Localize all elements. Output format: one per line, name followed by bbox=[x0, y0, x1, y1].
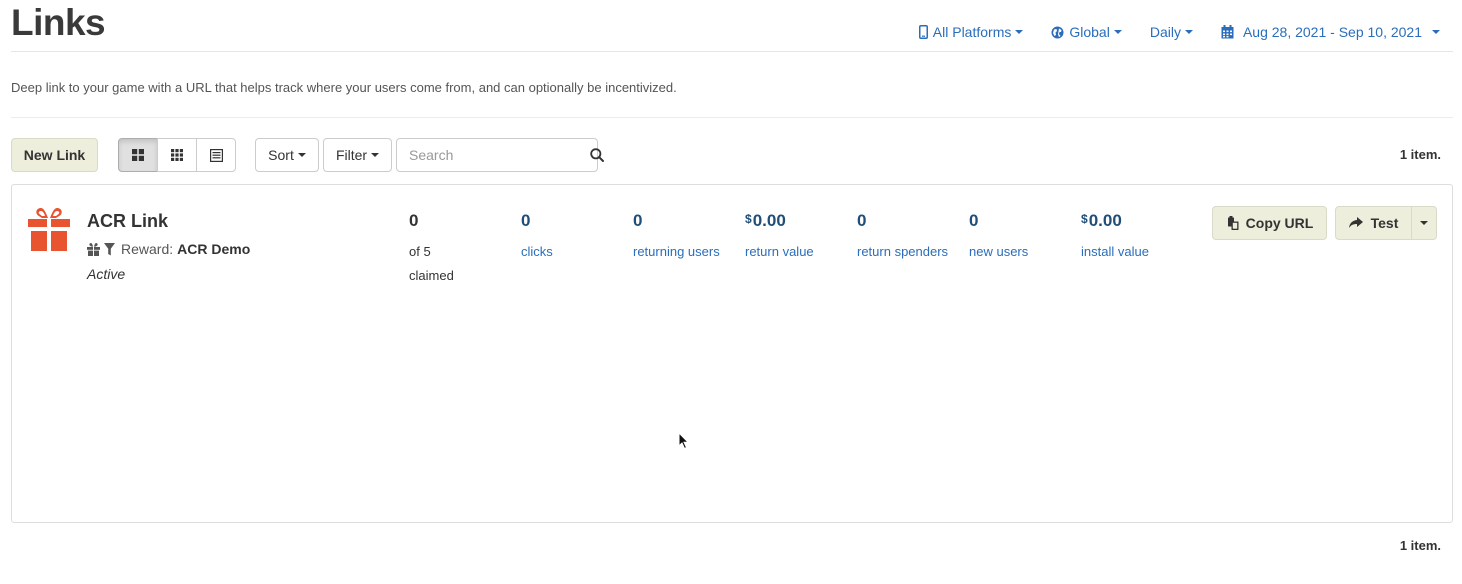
chevron-down-icon bbox=[1420, 221, 1428, 225]
share-arrow-icon bbox=[1348, 217, 1363, 229]
stat-return-spenders-value: 0 bbox=[857, 211, 867, 230]
stat-install-value-label: install value bbox=[1081, 244, 1149, 259]
reward-label: Reward: bbox=[121, 241, 174, 257]
description-divider bbox=[11, 117, 1453, 118]
stat-install-value: $0.00 install value bbox=[1081, 211, 1149, 264]
stat-return-value-label: return value bbox=[745, 244, 814, 259]
links-panel: ACR Link Reward: ACR Demo Active 0 of 5 … bbox=[11, 184, 1453, 523]
stat-returning-users: 0 returning users bbox=[633, 211, 720, 264]
region-dropdown[interactable]: Global bbox=[1051, 24, 1122, 40]
mobile-phone-icon bbox=[918, 25, 928, 39]
stat-claimed: 0 of 5 claimed bbox=[409, 211, 454, 288]
header-divider bbox=[11, 51, 1453, 52]
stat-new-users: 0 new users bbox=[969, 211, 1028, 264]
large-grid-view-button[interactable] bbox=[118, 138, 158, 172]
chevron-down-icon bbox=[297, 153, 306, 157]
page-title: Links bbox=[11, 2, 106, 43]
date-range-picker[interactable]: Aug 28, 2021 - Sep 10, 2021 bbox=[1221, 24, 1440, 40]
platforms-label: All Platforms bbox=[932, 24, 1012, 40]
search-input[interactable] bbox=[409, 147, 590, 163]
reward-value: ACR Demo bbox=[177, 241, 251, 257]
stat-new-users-value: 0 bbox=[969, 211, 979, 230]
stat-claimed-of: of 5 bbox=[409, 244, 431, 259]
copy-url-label: Copy URL bbox=[1245, 215, 1314, 231]
stat-claimed-value: 0 bbox=[409, 211, 419, 230]
page-description: Deep link to your game with a URL that h… bbox=[11, 80, 677, 95]
header-controls: All Platforms Global Daily Aug 28, 2021 … bbox=[891, 24, 1440, 40]
chevron-down-icon bbox=[1113, 30, 1122, 34]
stat-new-users-label: new users bbox=[969, 244, 1029, 259]
link-name[interactable]: ACR Link bbox=[87, 211, 168, 232]
reward-line: Reward: ACR Demo bbox=[87, 241, 250, 257]
date-range-label: Aug 28, 2021 - Sep 10, 2021 bbox=[1242, 24, 1422, 40]
test-label: Test bbox=[1370, 215, 1399, 231]
calendar-icon bbox=[1221, 25, 1234, 39]
stat-return-value-amount: 0.00 bbox=[752, 211, 786, 230]
platforms-dropdown[interactable]: All Platforms bbox=[918, 24, 1024, 40]
item-count: 1 item. bbox=[1399, 147, 1441, 162]
list-view-button[interactable] bbox=[196, 138, 236, 172]
item-count-bottom: 1 item. bbox=[1399, 538, 1441, 553]
filter-label: Filter bbox=[335, 147, 368, 163]
stat-return-value-value: $0.00 bbox=[745, 211, 814, 233]
region-label: Global bbox=[1069, 24, 1110, 40]
sort-dropdown[interactable]: Sort bbox=[255, 138, 319, 172]
mouse-cursor-icon bbox=[678, 431, 690, 455]
link-status: Active bbox=[87, 266, 126, 282]
currency-symbol: $ bbox=[1081, 212, 1088, 226]
test-button[interactable]: Test bbox=[1335, 206, 1412, 240]
gift-small-icon bbox=[87, 242, 100, 256]
filter-dropdown[interactable]: Filter bbox=[323, 138, 392, 172]
small-grid-view-icon bbox=[171, 149, 183, 161]
stat-clicks-value: 0 bbox=[521, 211, 531, 230]
search-box bbox=[396, 138, 604, 172]
globe-icon bbox=[1051, 26, 1064, 39]
chevron-down-icon bbox=[1184, 30, 1193, 34]
list-view-icon bbox=[209, 148, 223, 162]
stat-install-value-value: $0.00 bbox=[1081, 211, 1149, 233]
chevron-down-icon bbox=[1015, 30, 1024, 34]
copy-url-button[interactable]: Copy URL bbox=[1212, 206, 1327, 240]
sort-label: Sort bbox=[268, 147, 294, 163]
stat-claimed-label: of 5 claimed bbox=[409, 240, 454, 288]
filter-funnel-icon bbox=[104, 242, 115, 256]
small-grid-view-button[interactable] bbox=[157, 138, 197, 172]
interval-dropdown[interactable]: Daily bbox=[1150, 24, 1193, 40]
stat-returning-users-value: 0 bbox=[633, 211, 643, 230]
stat-install-value-amount: 0.00 bbox=[1088, 211, 1122, 230]
stat-clicks-label: clicks bbox=[521, 244, 553, 259]
gift-icon bbox=[28, 208, 70, 257]
large-grid-view-icon bbox=[132, 149, 144, 161]
toolbar: New Link Sort Filter bbox=[11, 138, 604, 172]
search-icon[interactable] bbox=[590, 148, 604, 162]
stat-return-spenders: 0 return spenders bbox=[857, 211, 948, 264]
stat-return-value: $0.00 return value bbox=[745, 211, 814, 264]
stat-return-spenders-label: return spenders bbox=[857, 244, 949, 259]
chevron-down-icon bbox=[1432, 30, 1440, 34]
new-link-button[interactable]: New Link bbox=[11, 138, 98, 172]
stat-clicks: 0 clicks bbox=[521, 211, 553, 264]
interval-label: Daily bbox=[1149, 24, 1181, 40]
test-options-dropdown[interactable] bbox=[1412, 206, 1437, 240]
test-button-group: Test bbox=[1335, 206, 1437, 240]
currency-symbol: $ bbox=[745, 212, 752, 226]
view-mode-toggle bbox=[118, 138, 236, 172]
stat-returning-users-label: returning users bbox=[633, 244, 720, 259]
stat-claimed-text: claimed bbox=[409, 268, 454, 283]
clipboard-icon bbox=[1226, 216, 1239, 230]
chevron-down-icon bbox=[371, 153, 380, 157]
